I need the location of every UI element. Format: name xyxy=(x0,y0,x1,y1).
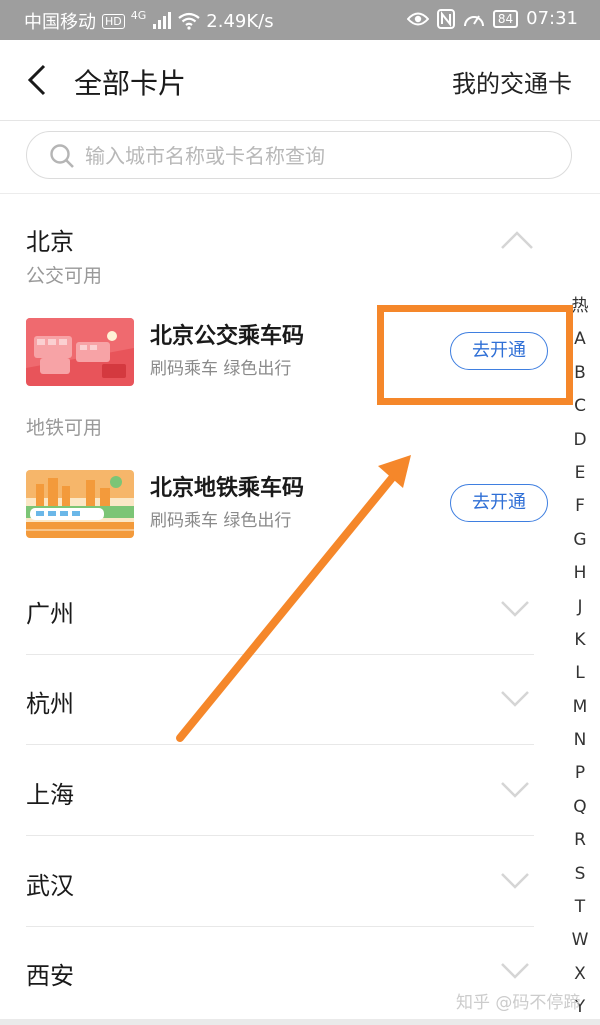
index-letter[interactable]: G xyxy=(566,524,594,557)
chevron-down-icon xyxy=(501,691,529,707)
card-subtitle: 刷码乘车 绿色出行 xyxy=(150,359,292,379)
speedometer-icon xyxy=(463,14,484,26)
status-bar: 中国移动 HD 4G 2.49K/s 84 07:31 xyxy=(0,0,600,40)
city-row-shanghai[interactable]: 上海 xyxy=(26,745,534,836)
eye-icon xyxy=(406,12,429,25)
top-nav: 全部卡片 我的交通卡 xyxy=(0,40,600,121)
annotation-highlight-box xyxy=(377,305,573,405)
back-arrow-icon[interactable] xyxy=(20,62,56,98)
signal-icon xyxy=(153,12,172,29)
city-label: 武汉 xyxy=(26,872,74,900)
index-letter[interactable]: J xyxy=(566,591,594,624)
status-left: 中国移动 HD 4G 2.49K/s xyxy=(24,8,274,34)
metro-card-thumbnail xyxy=(26,470,134,538)
index-letter[interactable]: S xyxy=(566,858,594,891)
network-speed: 2.49K/s xyxy=(206,10,274,32)
city-label: 杭州 xyxy=(26,690,74,718)
card-title: 北京公交乘车码 xyxy=(150,324,305,349)
index-letter[interactable]: K xyxy=(566,624,594,657)
search-section xyxy=(0,121,600,194)
city-label: 西安 xyxy=(26,962,74,990)
chevron-down-icon xyxy=(501,963,529,979)
chevron-down-icon xyxy=(501,601,529,617)
city-row-wuhan[interactable]: 武汉 xyxy=(26,836,534,927)
page-title: 全部卡片 xyxy=(74,67,187,100)
index-letter[interactable]: P xyxy=(566,757,594,790)
clock: 07:31 xyxy=(526,8,578,29)
city-label: 上海 xyxy=(26,781,74,809)
chevron-down-icon xyxy=(501,873,529,889)
nfc-icon xyxy=(436,8,455,29)
hd-badge: HD xyxy=(102,13,125,29)
wifi-icon xyxy=(178,12,200,30)
card-subtitle: 刷码乘车 绿色出行 xyxy=(150,511,292,531)
my-transit-cards-link[interactable]: 我的交通卡 xyxy=(452,64,572,99)
section-heading-bus: 公交可用 xyxy=(26,265,103,287)
search-icon xyxy=(50,144,74,168)
city-row-hangzhou[interactable]: 杭州 xyxy=(26,654,534,745)
watermark: 知乎 @码不停蹄 xyxy=(456,993,581,1013)
search-box[interactable] xyxy=(26,131,572,179)
index-letter[interactable]: X xyxy=(566,958,594,991)
index-letter[interactable]: F xyxy=(566,490,594,523)
index-letter[interactable]: T xyxy=(566,891,594,924)
card-row-metro[interactable]: 北京地铁乘车码 刷码乘车 绿色出行 去开通 xyxy=(0,464,560,544)
index-letter[interactable]: R xyxy=(566,824,594,857)
status-right: 84 07:31 xyxy=(406,8,578,29)
search-input[interactable] xyxy=(83,140,547,172)
card-title: 北京地铁乘车码 xyxy=(150,476,305,501)
index-letter[interactable]: H xyxy=(566,557,594,590)
carrier-label: 中国移动 xyxy=(24,12,96,33)
index-letter[interactable]: D xyxy=(566,424,594,457)
index-letter[interactable]: L xyxy=(566,657,594,690)
city-row-guangzhou[interactable]: 广州 xyxy=(26,564,534,655)
section-heading-metro: 地铁可用 xyxy=(26,417,103,439)
battery-icon: 84 xyxy=(492,9,519,28)
city-header-beijing[interactable]: 北京 xyxy=(26,222,74,257)
chevron-down-icon xyxy=(501,782,529,798)
bottom-divider xyxy=(0,1019,600,1025)
city-label: 广州 xyxy=(26,600,74,628)
index-letter[interactable]: W xyxy=(566,924,594,957)
activate-metro-card-button[interactable]: 去开通 xyxy=(450,484,548,522)
index-letter[interactable]: Q xyxy=(566,791,594,824)
index-letter[interactable]: E xyxy=(566,457,594,490)
index-letter[interactable]: M xyxy=(566,691,594,724)
index-letter[interactable]: N xyxy=(566,724,594,757)
bus-card-thumbnail xyxy=(26,318,134,386)
chevron-up-icon[interactable] xyxy=(500,230,534,250)
signal-label: 4G xyxy=(130,8,147,22)
